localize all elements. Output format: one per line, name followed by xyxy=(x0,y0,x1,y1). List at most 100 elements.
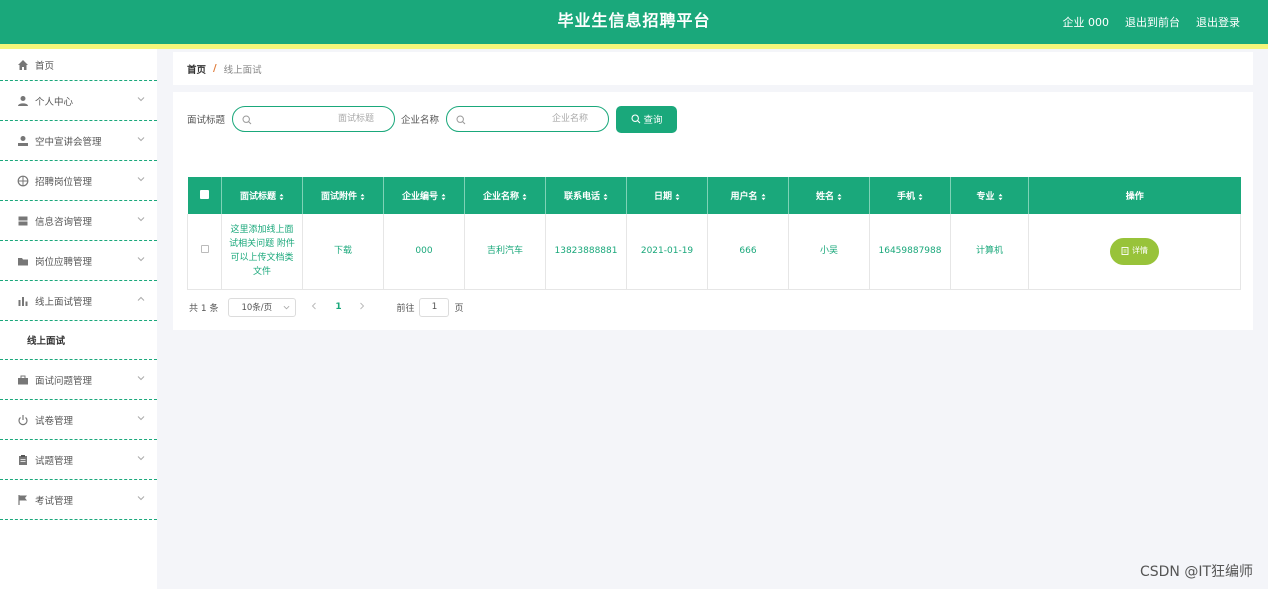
sidebar-subitem-online-interview[interactable]: 线上面试 xyxy=(0,321,157,360)
cell-name: 小吴 xyxy=(788,214,870,290)
sort-icon xyxy=(603,193,608,200)
chevron-right-icon xyxy=(360,302,365,309)
table-row: 这里添加线上面试相关问题 附件可以上传文档类文件 下载 000 吉利汽车 138… xyxy=(187,214,1241,290)
sidebar-item-label: 考试管理 xyxy=(35,495,74,507)
sidebar-item-jobs[interactable]: 招聘岗位管理 xyxy=(0,161,157,201)
chevron-down-icon xyxy=(284,305,290,309)
title-search-label: 面试标题 xyxy=(187,115,226,126)
sidebar-item-label: 首页 xyxy=(35,60,55,72)
clipboard-icon xyxy=(19,454,27,465)
goto-page-input[interactable] xyxy=(419,297,450,317)
column-header[interactable]: 企业名称 xyxy=(464,177,546,214)
sidebar-subitem-label: 线上面试 xyxy=(27,336,66,347)
sidebar-item-applications[interactable]: 岗位应聘管理 xyxy=(0,241,157,281)
sidebar-item-home[interactable]: 首页 xyxy=(0,49,157,81)
folder-icon xyxy=(18,257,28,265)
table-header-row: 面试标题 面试附件 企业编号 企业名称 联系电话 日期 用户名 姓名 手机 专业… xyxy=(187,177,1241,214)
page-size-select[interactable]: 10条/页 xyxy=(228,297,297,317)
main-card: 面试标题 企业名称 查询 面试标题 面试附件 企业编号 xyxy=(173,92,1253,330)
document-icon xyxy=(1121,247,1129,256)
chevron-up-icon xyxy=(137,296,145,301)
column-header[interactable]: 面试附件 xyxy=(302,177,384,214)
logout-link[interactable]: 退出登录 xyxy=(1196,14,1240,30)
chevron-down-icon xyxy=(137,455,145,460)
column-header[interactable]: 用户名 xyxy=(707,177,789,214)
sort-icon xyxy=(761,193,765,200)
sidebar-item-exams[interactable]: 考试管理 xyxy=(0,480,157,520)
column-header[interactable]: 面试标题 xyxy=(221,177,303,214)
title-search-input[interactable] xyxy=(233,108,395,130)
home-icon xyxy=(18,59,28,70)
watermark: CSDN @IT狂编师 xyxy=(1139,564,1253,580)
sort-icon xyxy=(522,193,527,200)
top-bar-stripe xyxy=(0,44,1268,49)
sidebar-item-label: 试卷管理 xyxy=(35,415,74,427)
sort-icon xyxy=(360,193,365,200)
sidebar: 首页 个人中心 空中宣讲会管理 招聘岗位管理 信息咨询管理 岗位应聘管理 线上面… xyxy=(0,49,157,589)
sidebar-item-label: 个人中心 xyxy=(35,96,74,108)
checkbox[interactable] xyxy=(199,189,209,199)
pagination: 共 1 条 10条/页 1 前往 页 xyxy=(189,297,463,317)
page-number-current[interactable]: 1 xyxy=(332,302,344,312)
power-icon xyxy=(18,414,28,425)
sidebar-item-questions[interactable]: 面试问题管理 xyxy=(0,360,157,400)
chevron-down-icon xyxy=(137,415,145,420)
cell-phone: 13823888881 xyxy=(545,214,627,290)
sidebar-item-label: 试题管理 xyxy=(35,455,74,467)
sidebar-item-interview[interactable]: 线上面试管理 xyxy=(0,281,157,321)
sidebar-item-lecture[interactable]: 空中宣讲会管理 xyxy=(0,121,157,161)
chevron-down-icon xyxy=(137,375,145,380)
user-label[interactable]: 企业 000 xyxy=(1063,14,1110,30)
column-header[interactable]: 手机 xyxy=(869,177,951,214)
sidebar-item-label: 面试问题管理 xyxy=(35,375,93,387)
title-search-box xyxy=(232,106,396,132)
cell-company-name: 吉利汽车 xyxy=(464,214,546,290)
column-header[interactable]: 企业编号 xyxy=(383,177,465,214)
sidebar-item-items[interactable]: 试题管理 xyxy=(0,440,157,480)
column-header[interactable]: 日期 xyxy=(626,177,708,214)
select-all-checkbox[interactable] xyxy=(187,177,222,214)
cell-attachment-download[interactable]: 下载 xyxy=(302,214,384,290)
column-header[interactable]: 专业 xyxy=(950,177,1029,214)
query-button-label: 查询 xyxy=(643,115,663,126)
sidebar-item-personal[interactable]: 个人中心 xyxy=(0,81,157,121)
search-row: 面试标题 企业名称 查询 xyxy=(187,105,678,133)
search-icon xyxy=(242,115,252,125)
front-link[interactable]: 退出到前台 xyxy=(1125,14,1180,30)
breadcrumb-home[interactable]: 首页 xyxy=(187,62,206,76)
speaker-icon xyxy=(18,135,28,146)
interview-table: 面试标题 面试附件 企业编号 企业名称 联系电话 日期 用户名 姓名 手机 专业… xyxy=(187,177,1241,290)
detail-button[interactable]: 详情 xyxy=(1110,237,1159,265)
top-links: 企业 000 退出到前台 退出登录 xyxy=(1063,0,1241,44)
cell-actions: 详情 xyxy=(1028,214,1241,290)
sidebar-item-label: 信息咨询管理 xyxy=(35,216,93,228)
row-checkbox[interactable] xyxy=(200,245,209,254)
pagination-total: 共 1 条 xyxy=(189,303,219,314)
user-icon xyxy=(18,95,28,106)
search-icon xyxy=(630,114,640,124)
cell-date: 2021-01-19 xyxy=(626,214,708,290)
cell-major: 计算机 xyxy=(950,214,1029,290)
column-header[interactable]: 姓名 xyxy=(788,177,870,214)
column-header[interactable]: 联系电话 xyxy=(545,177,627,214)
chevron-down-icon xyxy=(137,176,145,181)
goto-suffix: 页 xyxy=(454,303,464,314)
sidebar-item-papers[interactable]: 试卷管理 xyxy=(0,400,157,440)
flag-icon xyxy=(18,494,27,505)
page-size-value: 10条/页 xyxy=(241,303,273,313)
archive-icon xyxy=(18,216,28,225)
prev-page-button[interactable] xyxy=(306,302,322,313)
cell-company-no: 000 xyxy=(383,214,465,290)
query-button[interactable]: 查询 xyxy=(616,105,678,133)
next-page-button[interactable] xyxy=(354,302,370,313)
sidebar-item-label: 岗位应聘管理 xyxy=(35,256,93,268)
company-search-input[interactable] xyxy=(447,108,609,130)
goto-label: 前往 xyxy=(396,303,415,314)
sidebar-item-consult[interactable]: 信息咨询管理 xyxy=(0,201,157,241)
sort-icon xyxy=(998,193,1002,200)
sidebar-item-label: 线上面试管理 xyxy=(35,296,93,308)
chevron-down-icon xyxy=(137,96,145,101)
breadcrumb-separator: / xyxy=(213,63,217,74)
sort-icon xyxy=(918,193,923,200)
breadcrumb-current: 线上面试 xyxy=(223,64,262,76)
